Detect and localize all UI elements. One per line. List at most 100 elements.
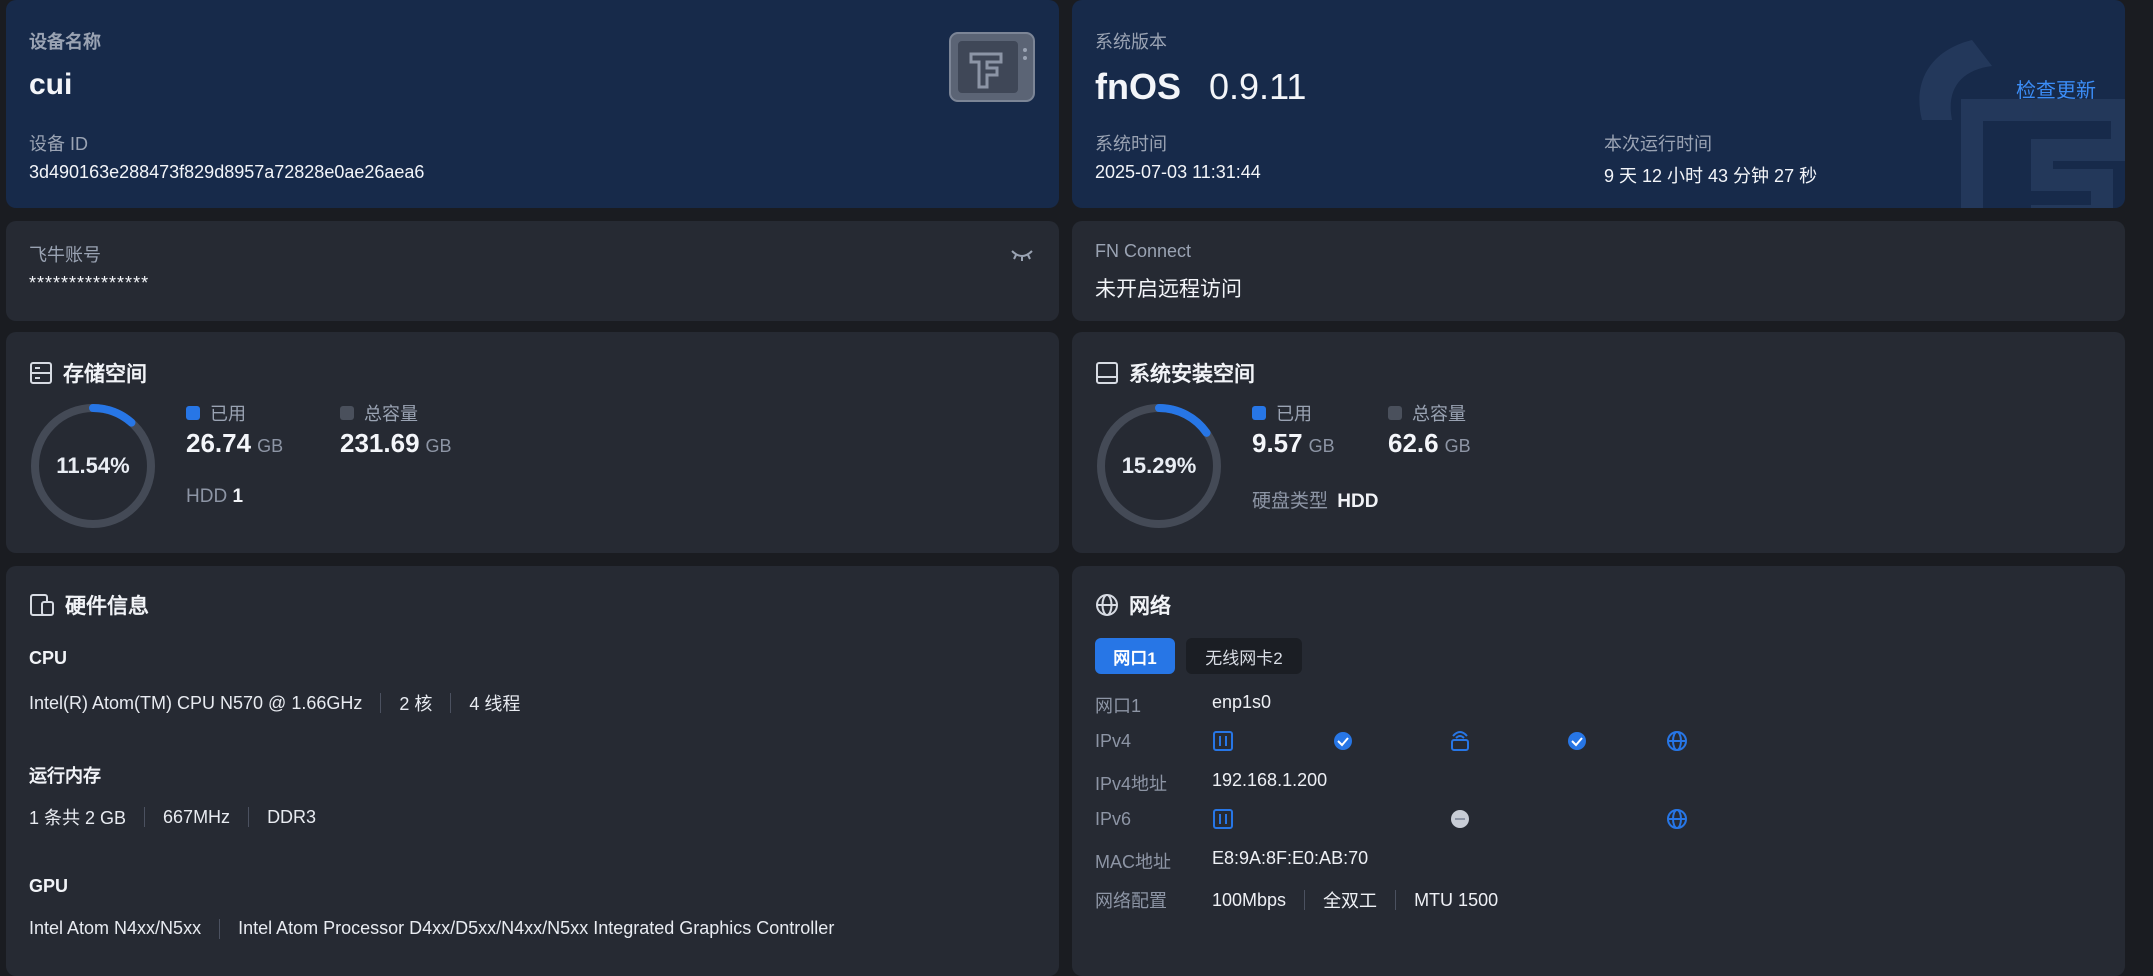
mac-label: MAC地址	[1095, 852, 1171, 872]
check-icon	[1568, 732, 1586, 750]
total-swatch	[1388, 406, 1402, 420]
network-card: 网络 网口1 无线网卡2 网口1 enp1s0 IPv4 IPv4地址 192.…	[1072, 566, 2125, 976]
hardware-card: 硬件信息 CPU Intel(R) Atom(TM) CPU N570 @ 1.…	[6, 566, 1059, 976]
storage-percent: 11.54%	[56, 453, 130, 478]
system-disk-card: 系统安装空间 15.29% 已用 9.57 GB 总容量 62.6 GB 硬盘类型 …	[1072, 332, 2125, 553]
storage-total-legend: 总容量	[340, 400, 418, 426]
storage-used-value: 26.74 GB	[186, 428, 283, 459]
used-swatch	[1252, 406, 1266, 420]
account-value: ***************	[29, 273, 150, 293]
system-disk-percent: 15.29%	[1121, 453, 1197, 478]
used-label: 已用	[1276, 404, 1312, 424]
gpu-label: GPU	[29, 876, 69, 896]
system-version: fnOS 0.9.11	[1095, 66, 1306, 108]
disk-type-label: HDD	[186, 486, 228, 507]
ram-info: 1 条共 2 GB 667MHz DDR3	[29, 804, 316, 830]
system-disk-used-legend: 已用	[1252, 400, 1312, 426]
storage-usage-ring: 11.54%	[29, 402, 157, 530]
used-unit: GB	[257, 436, 284, 456]
gpu-name: Intel Atom N4xx/N5xx	[29, 918, 202, 938]
system-disk-usage-ring: 15.29%	[1095, 402, 1223, 530]
system-card: 系统版本 fnOS 0.9.11 检查更新 系统时间 2025-07-03 11…	[1072, 0, 2125, 208]
disk-type-value: HDD	[1337, 491, 1379, 512]
ram-freq: 667MHz	[163, 806, 231, 827]
fn-connect-status: 未开启远程访问	[1095, 278, 1242, 301]
tab-port-1[interactable]: 网口1	[1095, 638, 1175, 674]
cpu-threads: 4 线程	[469, 694, 521, 714]
device-id-label: 设备 ID	[29, 134, 89, 154]
system-disk-total-legend: 总容量	[1388, 400, 1466, 426]
mac-address: E8:9A:8F:E0:AB:70	[1212, 848, 1369, 868]
divider	[450, 693, 452, 713]
storage-card[interactable]: 存储空间 11.54% 已用 26.74 GB 总容量 231.69 GB HDD …	[6, 332, 1059, 553]
storage-icon	[29, 361, 53, 385]
divider	[248, 807, 250, 827]
ram-label: 运行内存	[29, 766, 101, 786]
port-label: 网口1	[1095, 696, 1142, 716]
tab-wireless-2[interactable]: 无线网卡2	[1186, 638, 1302, 674]
used-number: 9.57	[1252, 428, 1303, 458]
network-title: 网络	[1095, 590, 1171, 620]
account-card: 飞牛账号 ***************	[6, 221, 1059, 321]
disk-type-label: 硬盘类型	[1252, 491, 1329, 512]
ipv4-address-label: IPv4地址	[1095, 774, 1168, 794]
total-number: 231.69	[340, 428, 420, 458]
used-swatch	[186, 406, 200, 420]
cpu-model: Intel(R) Atom(TM) CPU N570 @ 1.66GHz	[29, 692, 363, 713]
fn-connect-card[interactable]: FN Connect 未开启远程访问	[1072, 221, 2125, 321]
os-version: 0.9.11	[1209, 66, 1307, 107]
storage-used-legend: 已用	[186, 400, 246, 426]
gpu-info: Intel Atom N4xx/N5xx Intel Atom Processor…	[29, 918, 834, 939]
ipv4-address: 192.168.1.200	[1212, 770, 1328, 790]
mtu: MTU 1500	[1414, 889, 1499, 910]
network-config-label: 网络配置	[1095, 891, 1167, 911]
total-unit: GB	[1444, 436, 1471, 456]
disk-count: 1	[232, 486, 244, 507]
drive-icon	[1095, 361, 1119, 385]
used-unit: GB	[1308, 436, 1335, 456]
system-disk-used-value: 9.57 GB	[1252, 428, 1335, 459]
os-name: fnOS	[1095, 66, 1181, 107]
system-disk-title-text: 系统安装空间	[1129, 363, 1255, 386]
total-unit: GB	[425, 436, 452, 456]
device-name-label: 设备名称	[29, 32, 101, 52]
link-speed: 100Mbps	[1212, 889, 1287, 910]
devices-icon	[29, 593, 55, 617]
internet-globe-icon	[1667, 809, 1687, 829]
check-update-link[interactable]: 检查更新	[2016, 74, 2096, 103]
total-swatch	[340, 406, 354, 420]
internet-globe-icon	[1667, 731, 1687, 751]
globe-icon	[1095, 593, 1119, 617]
fn-connect-label: FN Connect	[1095, 241, 1192, 261]
system-disk-total-value: 62.6 GB	[1388, 428, 1471, 459]
total-label: 总容量	[1412, 404, 1466, 424]
uptime: 9 天 12 小时 43 分钟 27 秒	[1604, 166, 1818, 186]
device-name: cui	[29, 68, 73, 101]
ethernet-port-icon	[1213, 731, 1233, 751]
divider	[1304, 890, 1306, 910]
eye-closed-icon[interactable]	[1010, 247, 1034, 268]
storage-disk-count: HDD 1	[186, 486, 243, 508]
ethernet-port-icon	[1213, 809, 1233, 829]
uptime-label: 本次运行时间	[1604, 134, 1712, 154]
cpu-cores: 2 核	[399, 694, 433, 714]
system-time: 2025-07-03 11:31:44	[1095, 162, 1261, 182]
ram-size: 1 条共 2 GB	[29, 808, 127, 828]
hardware-title-text: 硬件信息	[65, 595, 149, 618]
divider	[380, 693, 382, 713]
account-label: 飞牛账号	[29, 245, 101, 265]
cpu-info: Intel(R) Atom(TM) CPU N570 @ 1.66GHz 2 核 4…	[29, 690, 520, 716]
cpu-label: CPU	[29, 648, 68, 668]
system-disk-title: 系统安装空间	[1095, 358, 1255, 388]
system-version-label: 系统版本	[1095, 32, 1167, 52]
status-pending-dot	[1451, 810, 1469, 828]
network-config: 100Mbps 全双工 MTU 1500	[1212, 887, 1498, 913]
divider	[219, 918, 221, 939]
divider	[1395, 890, 1397, 910]
used-number: 26.74	[186, 428, 252, 458]
storage-title-text: 存储空间	[63, 363, 147, 386]
total-label: 总容量	[364, 404, 418, 424]
ipv4-label: IPv4	[1095, 731, 1132, 751]
device-id: 3d490163e288473f829d8957a72828e0ae26aea6	[29, 162, 425, 182]
used-label: 已用	[210, 404, 246, 424]
